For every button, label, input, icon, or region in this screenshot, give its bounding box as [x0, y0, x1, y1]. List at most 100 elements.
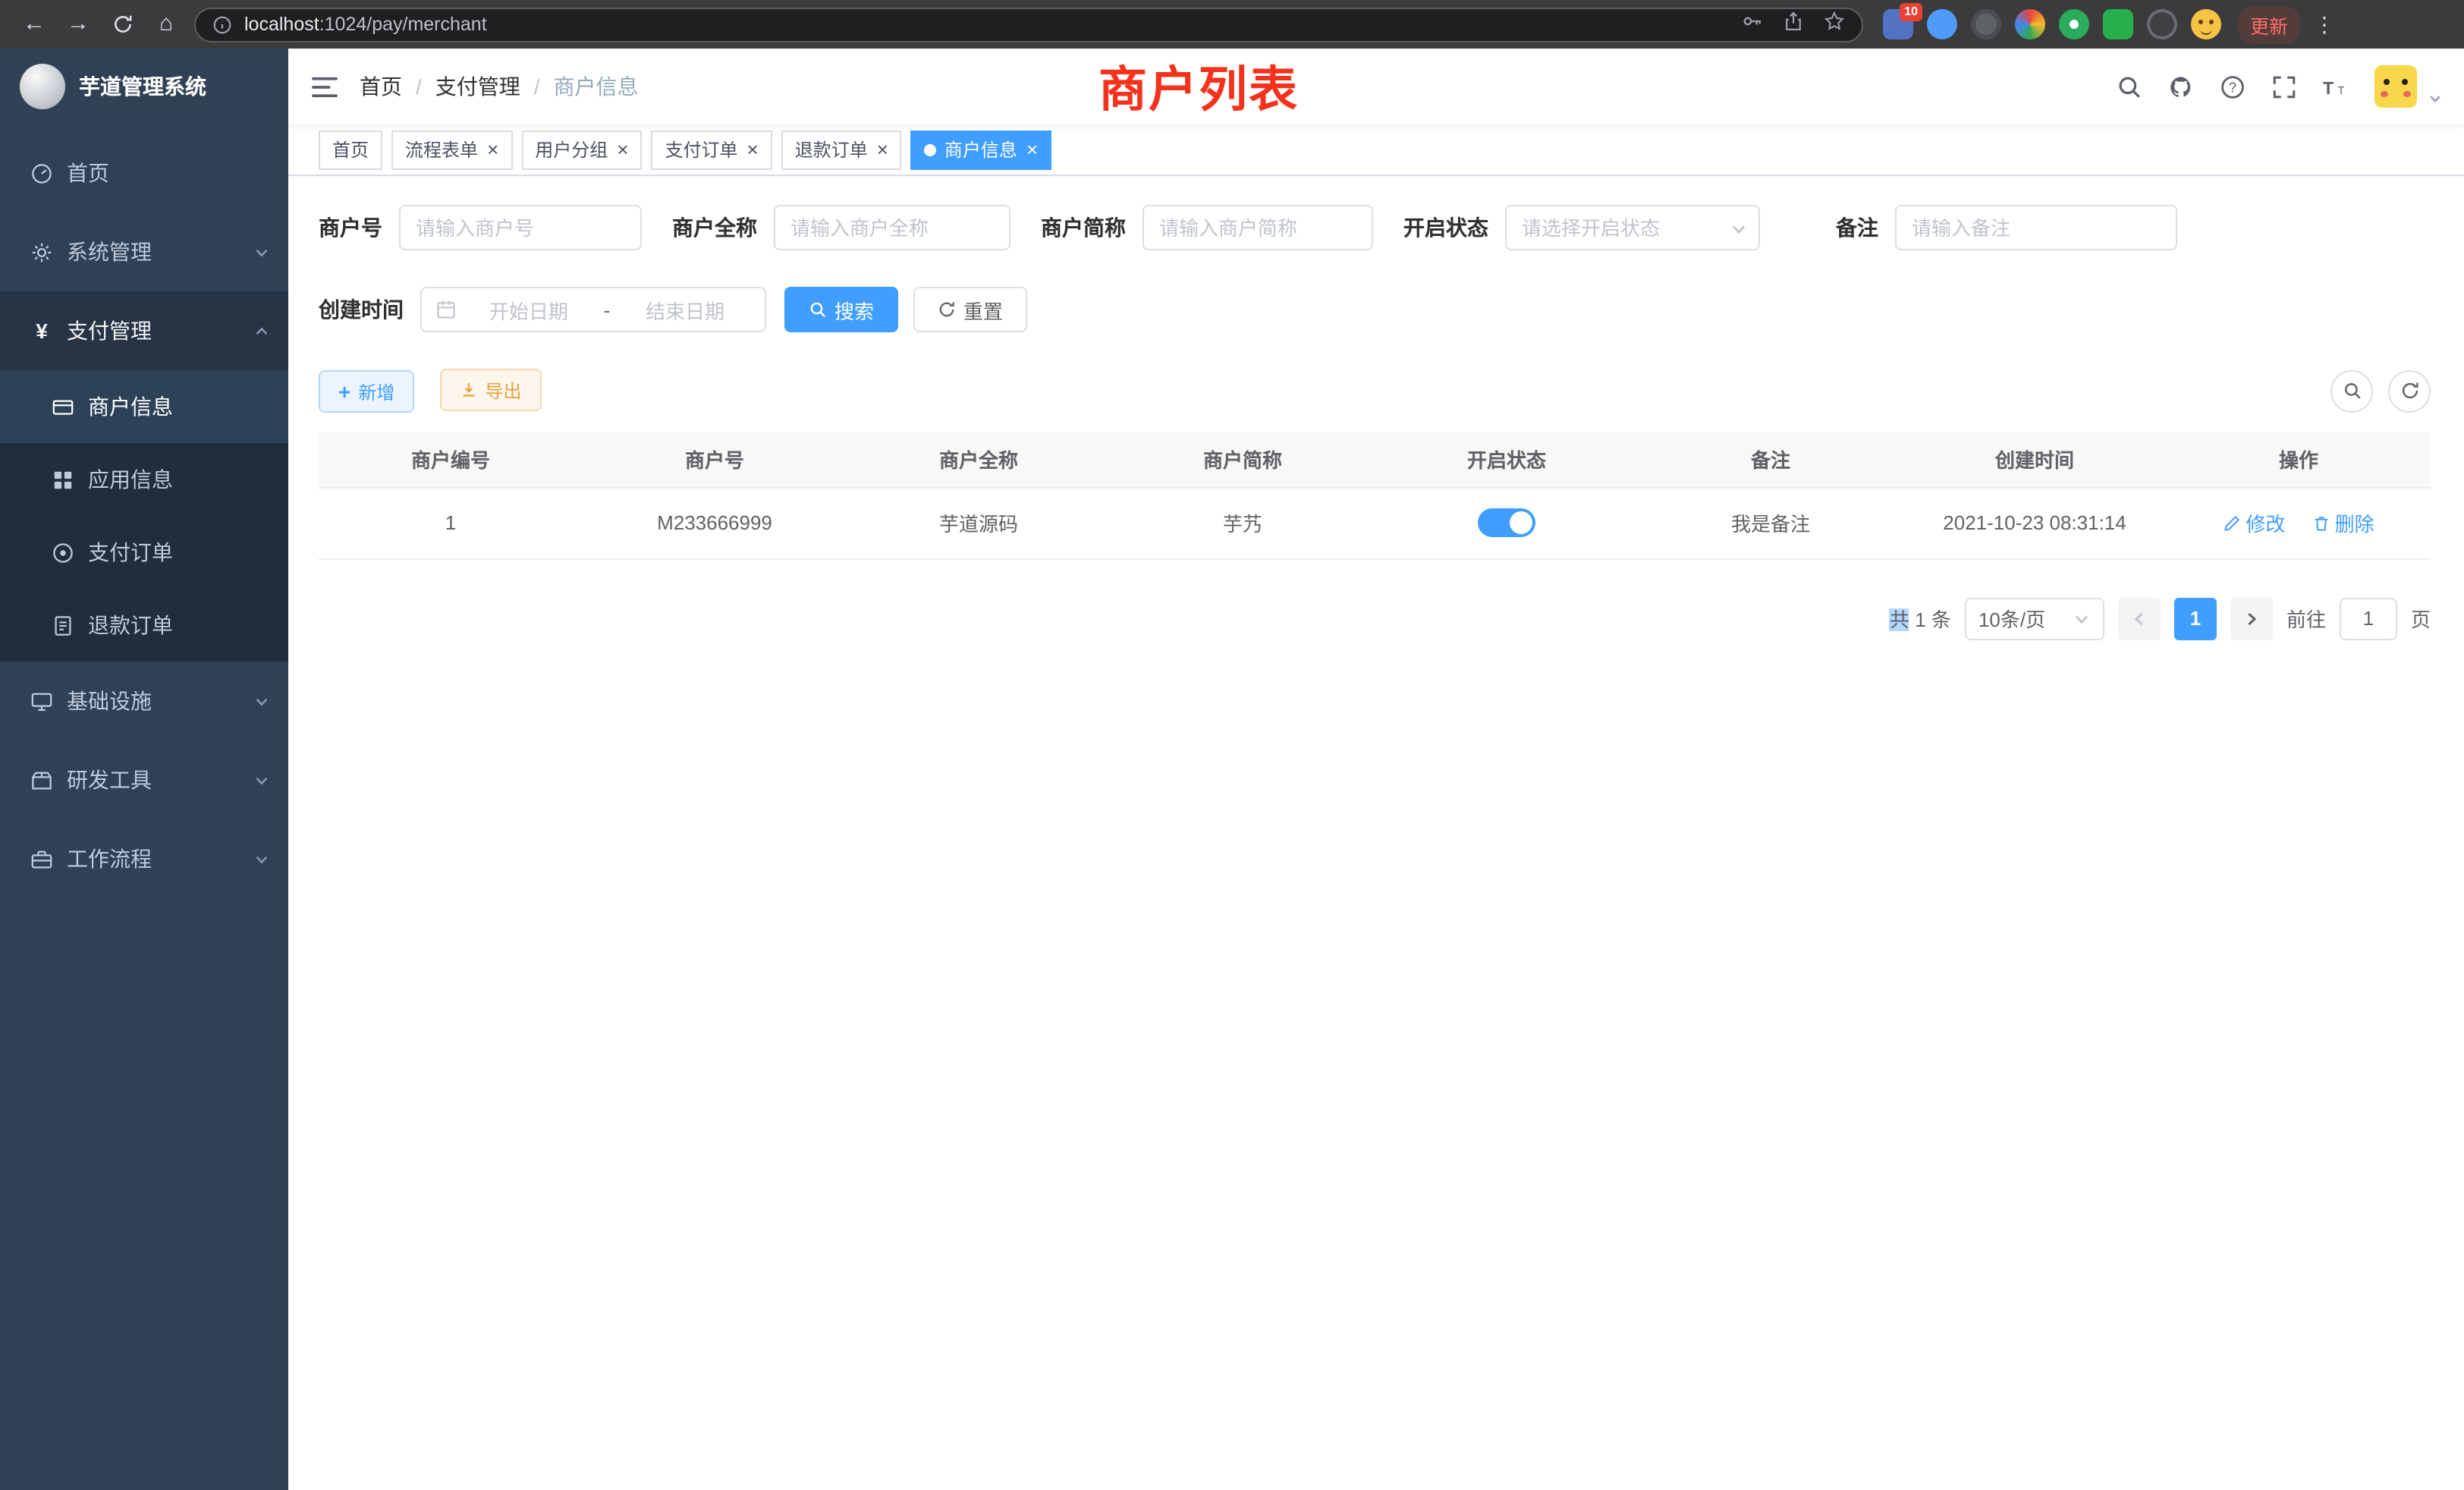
cell-short-name: 芋艿 — [1111, 487, 1375, 558]
next-page-button[interactable] — [2230, 597, 2273, 640]
svg-text:T: T — [2338, 84, 2345, 96]
extension-icon-1[interactable]: 10 — [1883, 9, 1913, 39]
sidebar-item-dev-tools[interactable]: 研发工具 — [0, 740, 288, 819]
extension-icon-5[interactable] — [2059, 9, 2089, 39]
sidebar-item-payment[interactable]: ¥ 支付管理 — [0, 291, 288, 370]
extension-icon-4[interactable] — [2015, 9, 2045, 39]
help-icon[interactable]: ? — [2220, 74, 2246, 99]
search-icon[interactable] — [2117, 74, 2142, 99]
sidebar: 芋道管理系统 首页 系统管理 ¥ 支付管理 商户信息 — [0, 49, 288, 1490]
remark-input[interactable] — [1895, 205, 2177, 250]
app-logo[interactable]: 芋道管理系统 — [0, 49, 288, 124]
page-size-select[interactable]: 10条/页 — [1965, 597, 2104, 640]
tab-process-form[interactable]: 流程表单× — [391, 130, 512, 169]
search-icon — [809, 300, 827, 319]
chrome-update-button[interactable]: 更新 — [2238, 5, 2300, 43]
date-start-placeholder: 开始日期 — [463, 295, 595, 324]
close-icon[interactable]: × — [617, 140, 628, 159]
caret-down-icon[interactable] — [2428, 91, 2443, 106]
col-full-name: 商户全称 — [847, 432, 1111, 487]
add-button[interactable]: + 新增 — [319, 370, 414, 413]
status-label: 开启状态 — [1403, 212, 1488, 243]
status-toggle[interactable] — [1478, 508, 1535, 537]
bookmark-star-icon[interactable] — [1824, 10, 1845, 39]
breadcrumb-home[interactable]: 首页 — [360, 71, 402, 102]
reset-button[interactable]: 重置 — [913, 287, 1027, 332]
tab-refund-order[interactable]: 退款订单× — [781, 130, 902, 169]
merchant-name-input[interactable] — [774, 205, 1010, 250]
chevron-down-icon — [253, 693, 270, 709]
cell-remark: 我是备注 — [1639, 487, 1903, 558]
breadcrumb: 首页 / 支付管理 / 商户信息 — [360, 71, 639, 102]
dashboard-icon — [30, 162, 53, 184]
table-toolbar: + 新增 导出 — [319, 369, 2431, 413]
share-icon[interactable] — [1783, 10, 1804, 39]
close-icon[interactable]: × — [747, 140, 759, 159]
password-key-icon[interactable] — [1742, 10, 1763, 39]
close-icon[interactable]: × — [1026, 140, 1038, 159]
sidebar-item-system[interactable]: 系统管理 — [0, 212, 288, 291]
total-text: 共 1 条 — [1890, 604, 1951, 633]
chevron-down-icon — [253, 772, 270, 788]
browser-toolbar: ← → ⌂ localhost:1024/pay/merchant — [0, 0, 2464, 49]
col-remark: 备注 — [1639, 432, 1903, 487]
sidebar-item-home[interactable]: 首页 — [0, 134, 288, 212]
cell-merchant-no: M233666999 — [583, 487, 847, 558]
prev-page-button[interactable] — [2118, 597, 2161, 640]
plus-icon: + — [338, 381, 350, 402]
document-icon — [52, 614, 74, 637]
sidebar-item-pay-order[interactable]: 支付订单 — [0, 516, 288, 589]
close-icon[interactable]: × — [877, 140, 888, 159]
breadcrumb-payment[interactable]: 支付管理 — [435, 71, 520, 102]
pagination: 共 1 条 10条/页 1 前往 页 — [319, 597, 2431, 640]
close-icon[interactable]: × — [487, 140, 498, 159]
status-select[interactable] — [1505, 205, 1760, 250]
merchant-no-input[interactable] — [399, 205, 642, 250]
date-range-picker[interactable]: 开始日期 - 结束日期 — [420, 287, 766, 332]
main-area: 首页 / 支付管理 / 商户信息 商户列表 ? — [288, 49, 2464, 1490]
browser-menu-icon[interactable]: ⋮ — [2311, 11, 2338, 37]
tab-home[interactable]: 首页 — [319, 130, 382, 169]
browser-reload-icon[interactable] — [100, 0, 144, 49]
browser-home-icon[interactable]: ⌂ — [144, 0, 188, 49]
font-size-icon[interactable]: TT — [2323, 74, 2349, 99]
goto-page-input[interactable] — [2340, 597, 2397, 640]
sidebar-item-merchant-info[interactable]: 商户信息 — [0, 370, 288, 443]
sidebar-item-infra[interactable]: 基础设施 — [0, 662, 288, 740]
top-navbar: 首页 / 支付管理 / 商户信息 商户列表 ? — [288, 49, 2464, 124]
user-avatar[interactable] — [2374, 65, 2417, 108]
export-button[interactable]: 导出 — [439, 369, 541, 411]
github-icon[interactable] — [2168, 74, 2194, 99]
sidebar-item-app-info[interactable]: 应用信息 — [0, 443, 288, 516]
tab-pay-order[interactable]: 支付订单× — [651, 130, 772, 169]
tab-merchant-info[interactable]: 商户信息× — [911, 130, 1051, 169]
refresh-button[interactable] — [2388, 369, 2431, 412]
browser-back-icon[interactable]: ← — [12, 0, 56, 49]
search-button[interactable]: 搜索 — [784, 287, 898, 332]
sidebar-item-refund-order[interactable]: 退款订单 — [0, 589, 288, 662]
merchant-short-input[interactable] — [1142, 205, 1373, 250]
refresh-icon — [2400, 381, 2419, 401]
table-header-row: 商户编号 商户号 商户全称 商户简称 开启状态 备注 创建时间 操作 — [319, 432, 2431, 487]
logo-avatar — [20, 64, 65, 109]
page-info-icon[interactable] — [212, 14, 232, 34]
hamburger-icon[interactable] — [311, 75, 338, 98]
browser-forward-icon[interactable]: → — [56, 0, 100, 49]
profile-avatar-icon[interactable] — [2191, 9, 2221, 39]
sidebar-item-workflow[interactable]: 工作流程 — [0, 819, 288, 898]
edit-link[interactable]: 修改 — [2223, 508, 2285, 537]
target-icon — [52, 541, 74, 564]
url-host: localhost — [244, 14, 319, 35]
extension-icon-2[interactable] — [1927, 9, 1957, 39]
tab-user-group[interactable]: 用户分组× — [521, 130, 642, 169]
page-number-button[interactable]: 1 — [2174, 597, 2217, 640]
extension-icon-6[interactable] — [2103, 9, 2133, 39]
delete-link[interactable]: 删除 — [2312, 508, 2374, 537]
address-bar[interactable]: localhost:1024/pay/merchant — [194, 7, 1863, 42]
toggle-search-button[interactable] — [2330, 369, 2373, 412]
tabs-bar: 首页 流程表单× 用户分组× 支付订单× 退款订单× 商户信息× — [288, 124, 2464, 176]
extension-icon-7[interactable] — [2147, 9, 2177, 39]
fullscreen-icon[interactable] — [2271, 74, 2297, 99]
pencil-icon — [2223, 514, 2241, 532]
extension-icon-3[interactable] — [1971, 9, 2001, 39]
